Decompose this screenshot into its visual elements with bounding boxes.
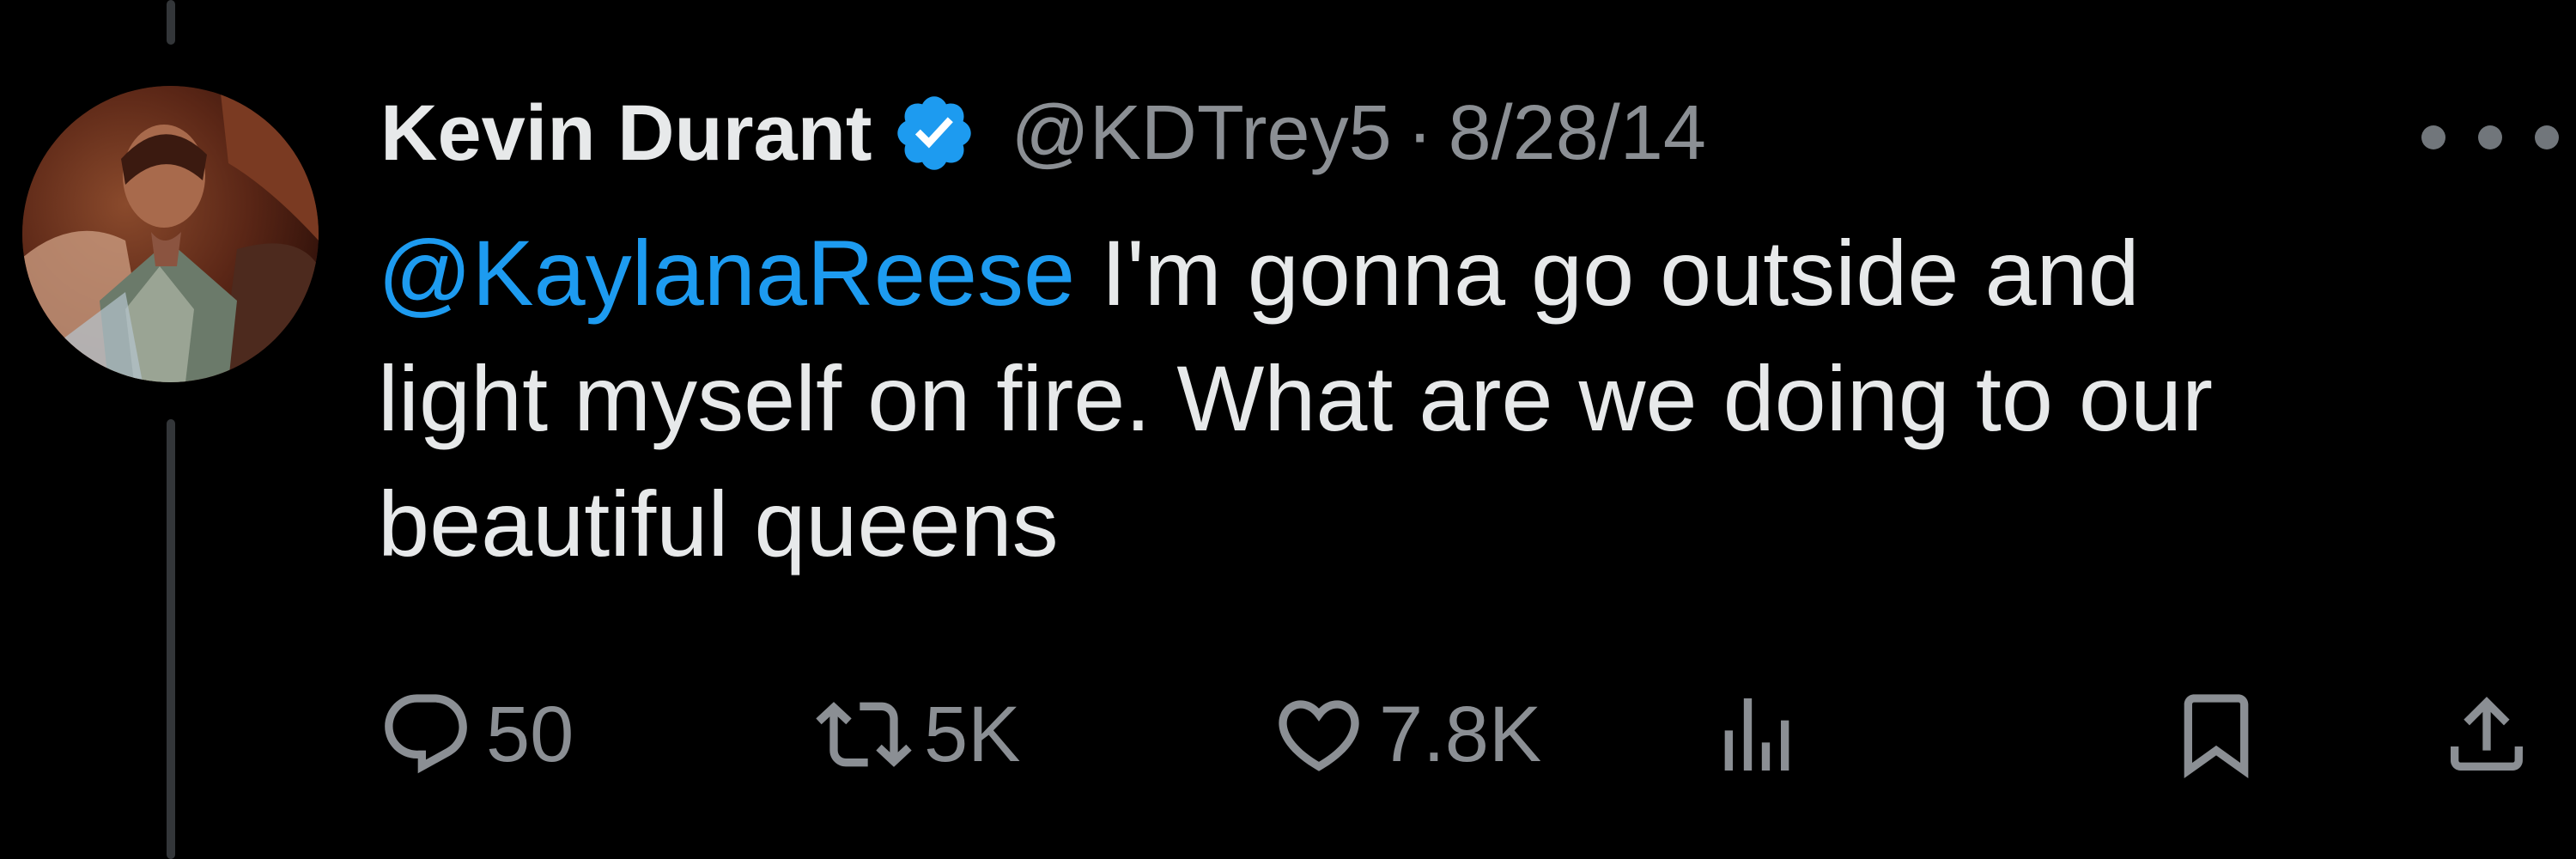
- tweet-line-1: @KaylanaReese I'm gonna go outside and: [378, 210, 2507, 336]
- bookmark-icon: [2168, 686, 2264, 783]
- tweet-text: @KaylanaReese I'm gonna go outside and l…: [378, 210, 2507, 587]
- retweet-button[interactable]: 5K: [816, 679, 1021, 790]
- like-count: 7.8K: [1379, 690, 1542, 778]
- more-options-icon[interactable]: [2421, 120, 2559, 155]
- thread-line-bottom: [167, 419, 175, 859]
- tweet-line-2: light myself on fire. What are we doing …: [378, 346, 2214, 450]
- heart-icon: [1271, 686, 1367, 783]
- reply-count: 50: [486, 690, 574, 778]
- retweet-count: 5K: [924, 690, 1021, 778]
- tweet-line-3: beautiful queens: [378, 472, 1059, 576]
- avatar[interactable]: [22, 86, 319, 382]
- views-bar-chart-icon: [1709, 686, 1805, 783]
- more-dot: [2421, 125, 2445, 149]
- bookmark-button[interactable]: [2168, 679, 2276, 790]
- tweet-date[interactable]: 8/28/14: [1449, 89, 1706, 178]
- author-handle[interactable]: @KDTrey5: [1012, 89, 1392, 178]
- share-icon: [2439, 686, 2535, 783]
- like-button[interactable]: 7.8K: [1271, 679, 1541, 790]
- reply-button[interactable]: 50: [378, 679, 574, 790]
- reply-bubble-icon: [378, 686, 474, 783]
- tweet-line-1-rest: I'm gonna go outside and: [1075, 221, 2140, 325]
- views-button[interactable]: [1709, 679, 1817, 790]
- author-name[interactable]: Kevin Durant: [380, 88, 872, 179]
- share-button[interactable]: [2439, 679, 2547, 790]
- more-dot: [2478, 125, 2502, 149]
- action-bar: 50 5K 7.8K: [0, 679, 2576, 790]
- tweet-header: Kevin Durant @KDTrey5 · 8/28/14: [380, 77, 1706, 189]
- header-separator: ·: [1406, 89, 1433, 176]
- verified-badge-icon[interactable]: [891, 90, 977, 176]
- retweet-icon: [816, 686, 912, 783]
- mention-link[interactable]: @KaylanaReese: [378, 221, 1075, 325]
- thread-line-top: [167, 0, 175, 45]
- more-dot: [2535, 125, 2559, 149]
